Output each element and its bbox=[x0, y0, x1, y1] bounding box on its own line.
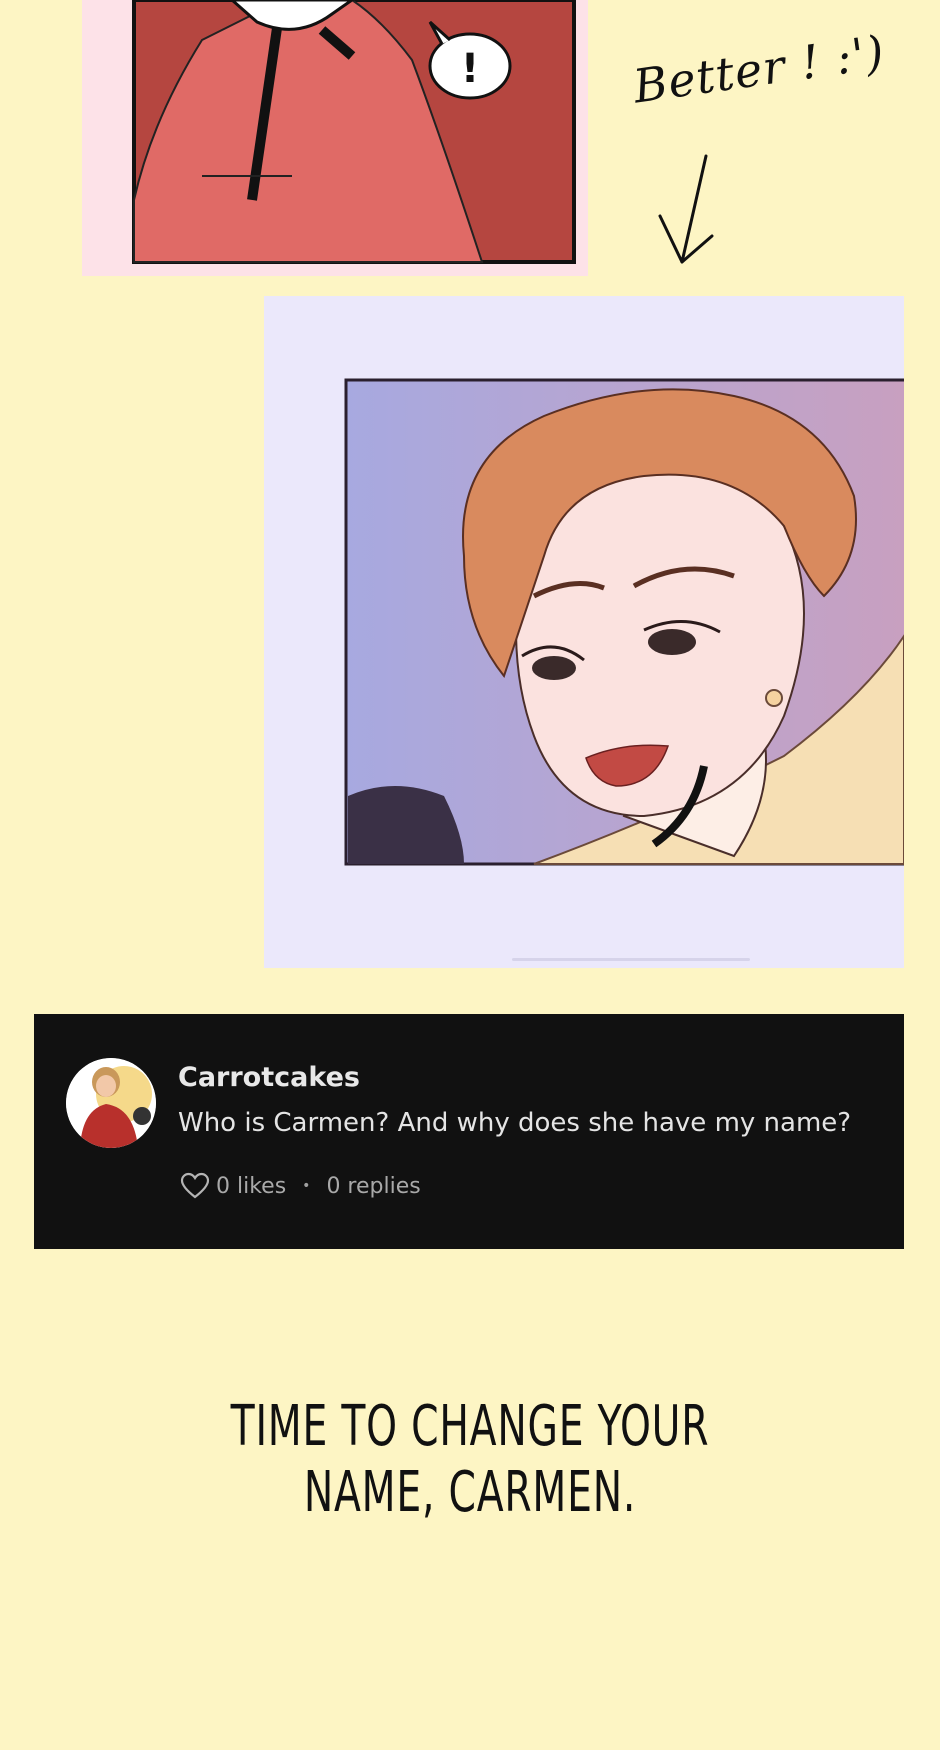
caption-line-1: TIME TO CHANGE YOUR bbox=[230, 1394, 710, 1459]
top-panel-art: ! bbox=[132, 0, 576, 264]
portrait-comic-panel bbox=[264, 296, 904, 968]
arrow-down-icon bbox=[658, 154, 714, 264]
caption-line-2: NAME, CARMEN. bbox=[303, 1460, 637, 1525]
comment-card: Carrotcakes Who is Carmen? And why does … bbox=[34, 1014, 904, 1249]
replies-link[interactable]: 0 replies bbox=[326, 1174, 420, 1199]
panel-scroll-indicator bbox=[512, 958, 750, 961]
heart-icon bbox=[180, 1172, 210, 1199]
meta-separator: • bbox=[302, 1178, 311, 1194]
comic-caption: TIME TO CHANGE YOUR NAME, CARMEN. bbox=[103, 1394, 836, 1526]
bubble-text: ! bbox=[461, 46, 479, 92]
likes-count: 0 likes bbox=[216, 1173, 287, 1199]
comment-text: Who is Carmen? And why does she have my … bbox=[178, 1108, 852, 1138]
user-avatar-icon[interactable] bbox=[66, 1058, 156, 1148]
comment-author[interactable]: Carrotcakes bbox=[178, 1062, 360, 1093]
portrait-art bbox=[344, 378, 904, 866]
like-button[interactable]: 0 likes bbox=[180, 1172, 286, 1200]
comment-meta: 0 likes • 0 replies bbox=[180, 1172, 421, 1200]
handwritten-annotation: Better ! :') bbox=[620, 25, 900, 280]
top-comic-panel: ! bbox=[82, 0, 588, 276]
